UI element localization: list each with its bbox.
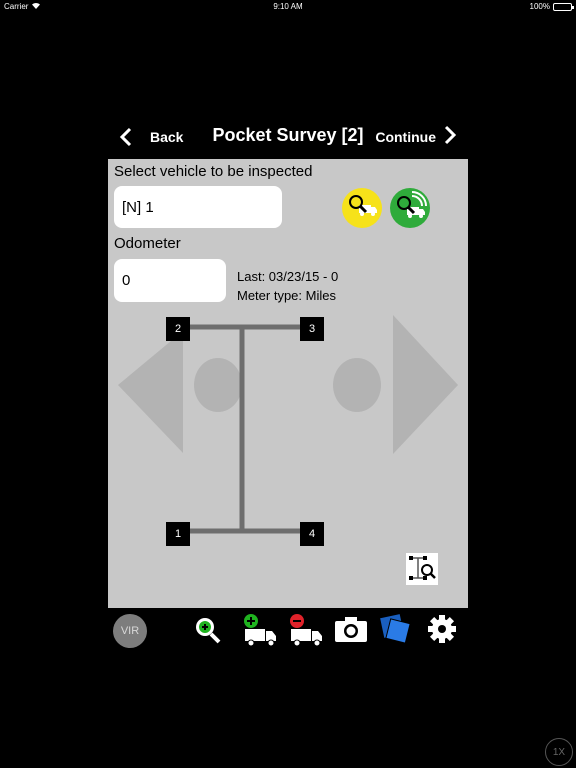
status-bar: Carrier 9:10 AM 100% <box>0 0 576 14</box>
settings-button[interactable] <box>426 612 458 650</box>
truck-remove-icon <box>290 614 322 647</box>
documents-button[interactable] <box>378 612 414 650</box>
camera-button[interactable] <box>333 612 369 650</box>
magnifier-add-icon <box>196 618 221 644</box>
battery-percentage: 100% <box>529 2 550 11</box>
previous-vehicle-arrow-icon <box>118 331 183 453</box>
search-vehicle-remote-button[interactable] <box>390 188 430 228</box>
odometer-label: Odometer <box>114 235 181 252</box>
tire-position-4[interactable]: 4 <box>300 522 324 546</box>
chevron-left-icon <box>116 126 138 148</box>
last-reading: Last: 03/23/15 - 0 <box>237 269 339 284</box>
clock: 9:10 AM <box>273 2 303 11</box>
remove-vehicle-button[interactable] <box>288 612 324 650</box>
tire-position-2[interactable]: 2 <box>166 317 190 341</box>
back-label: Back <box>150 129 184 145</box>
add-vehicle-button[interactable] <box>242 612 278 650</box>
continue-label: Continue <box>375 129 436 145</box>
right-wheel-marker <box>333 358 381 412</box>
odometer-input[interactable] <box>114 259 226 302</box>
documents-icon <box>380 614 411 644</box>
vir-button[interactable]: VIR <box>113 614 147 648</box>
truck-add-icon <box>244 614 276 647</box>
zoom-scale-indicator[interactable]: 1X <box>545 738 573 766</box>
truck-search-signal-icon <box>397 191 427 218</box>
continue-button[interactable]: Continue <box>375 124 458 151</box>
search-button[interactable] <box>192 612 224 650</box>
meter-type: Meter type: Miles <box>237 288 336 303</box>
battery-icon <box>553 3 574 11</box>
axle-search-icon <box>409 556 436 580</box>
axle-inspect-button[interactable] <box>406 553 438 585</box>
camera-icon <box>335 617 367 642</box>
axle-diagram: 2 3 1 4 <box>108 309 468 559</box>
gear-icon <box>428 615 456 643</box>
tire-position-1[interactable]: 1 <box>166 522 190 546</box>
search-vehicle-button[interactable] <box>342 188 382 228</box>
inspection-panel: Select vehicle to be inspected Odometer … <box>108 159 468 608</box>
next-vehicle-arrow-icon <box>393 315 458 454</box>
vehicle-select-label: Select vehicle to be inspected <box>114 163 313 180</box>
chevron-right-icon <box>442 124 458 151</box>
tire-position-3[interactable]: 3 <box>300 317 324 341</box>
bottom-toolbar: VIR <box>108 612 468 652</box>
navigation-bar: Back Pocket Survey [2] Continue <box>108 122 468 152</box>
vehicle-input[interactable] <box>114 186 282 228</box>
last-reading-info: Last: 03/23/15 - 0 Meter type: Miles <box>237 267 338 305</box>
left-wheel-marker <box>194 358 242 412</box>
back-button[interactable]: Back <box>116 126 183 148</box>
truck-search-icon <box>349 195 377 216</box>
